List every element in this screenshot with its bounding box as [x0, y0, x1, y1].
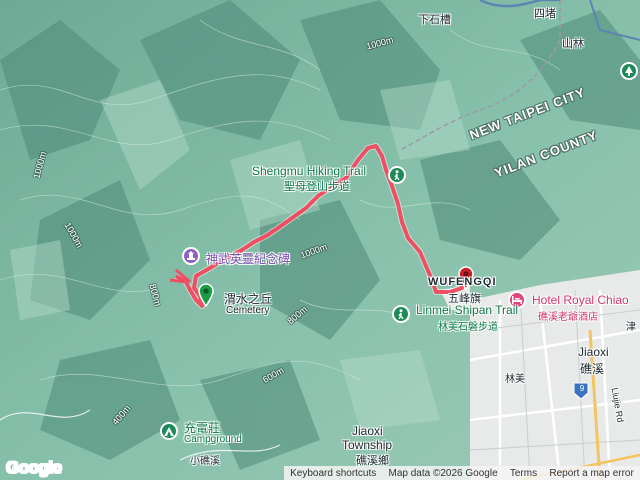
poi-label-shengmu-trail-zh: 聖母登山步道 [284, 181, 350, 193]
google-logo: Google [6, 458, 62, 478]
google-logo-text: Google [6, 458, 62, 477]
monument-icon[interactable] [182, 247, 200, 265]
place-label-township-2: Township [342, 438, 393, 452]
poi-label-cemetery-en: Cemetery [226, 305, 270, 316]
place-label-linmei: 林美 [505, 374, 525, 385]
map-canvas[interactable]: 1000m 1000m 800m 1000m 1000m 600m 800m 4… [0, 0, 640, 480]
place-label-sidu: 四堵 [534, 8, 556, 20]
place-label-xiashicao: 下石槽 [418, 14, 451, 26]
hiking-icon[interactable] [388, 166, 406, 184]
place-label-wufengqi: WUFENGQI [428, 276, 497, 288]
campground-icon[interactable] [160, 422, 178, 440]
poi-label-shengmu-trail[interactable]: Shengmu Hiking Trail [252, 164, 366, 178]
report-error-link[interactable]: Report a map error [549, 468, 633, 479]
attribution-bar: Keyboard shortcuts Map data ©2026 Google… [284, 466, 640, 480]
road-number-label: 9 [579, 384, 585, 393]
poi-label-monument[interactable]: 神武英靈紀念碑 [206, 250, 290, 267]
poi-label-hotel[interactable]: Hotel Royal Chiao [532, 293, 629, 307]
terms-link[interactable]: Terms [510, 468, 537, 479]
place-label-shanlin: 山林 [562, 38, 584, 50]
place-label-jiaoxi: Jiaoxi [578, 345, 609, 359]
poi-label-hotel-zh: 礁溪老爺酒店 [538, 312, 598, 323]
start-marker-icon[interactable] [198, 283, 214, 312]
hiking-icon[interactable] [392, 305, 410, 323]
place-label-jiaoxi-zh: 礁溪 [580, 362, 605, 376]
poi-label-campground-en: Campground [184, 434, 242, 445]
map-data-text: Map data ©2026 Google [388, 467, 498, 479]
terrain-layer [0, 0, 640, 480]
place-label-xiaojiaoxi: 小礁溪 [190, 456, 220, 467]
place-label-township: Jiaoxi [352, 424, 383, 438]
road-label-fragment: 津 [626, 322, 636, 333]
poi-label-linmei-trail-zh: 林美石磐步道 [438, 322, 498, 333]
keyboard-shortcuts-link[interactable]: Keyboard shortcuts [290, 468, 376, 479]
poi-label-linmei-trail[interactable]: Linmei Shipan Trail [416, 303, 518, 317]
park-icon[interactable] [620, 62, 638, 80]
